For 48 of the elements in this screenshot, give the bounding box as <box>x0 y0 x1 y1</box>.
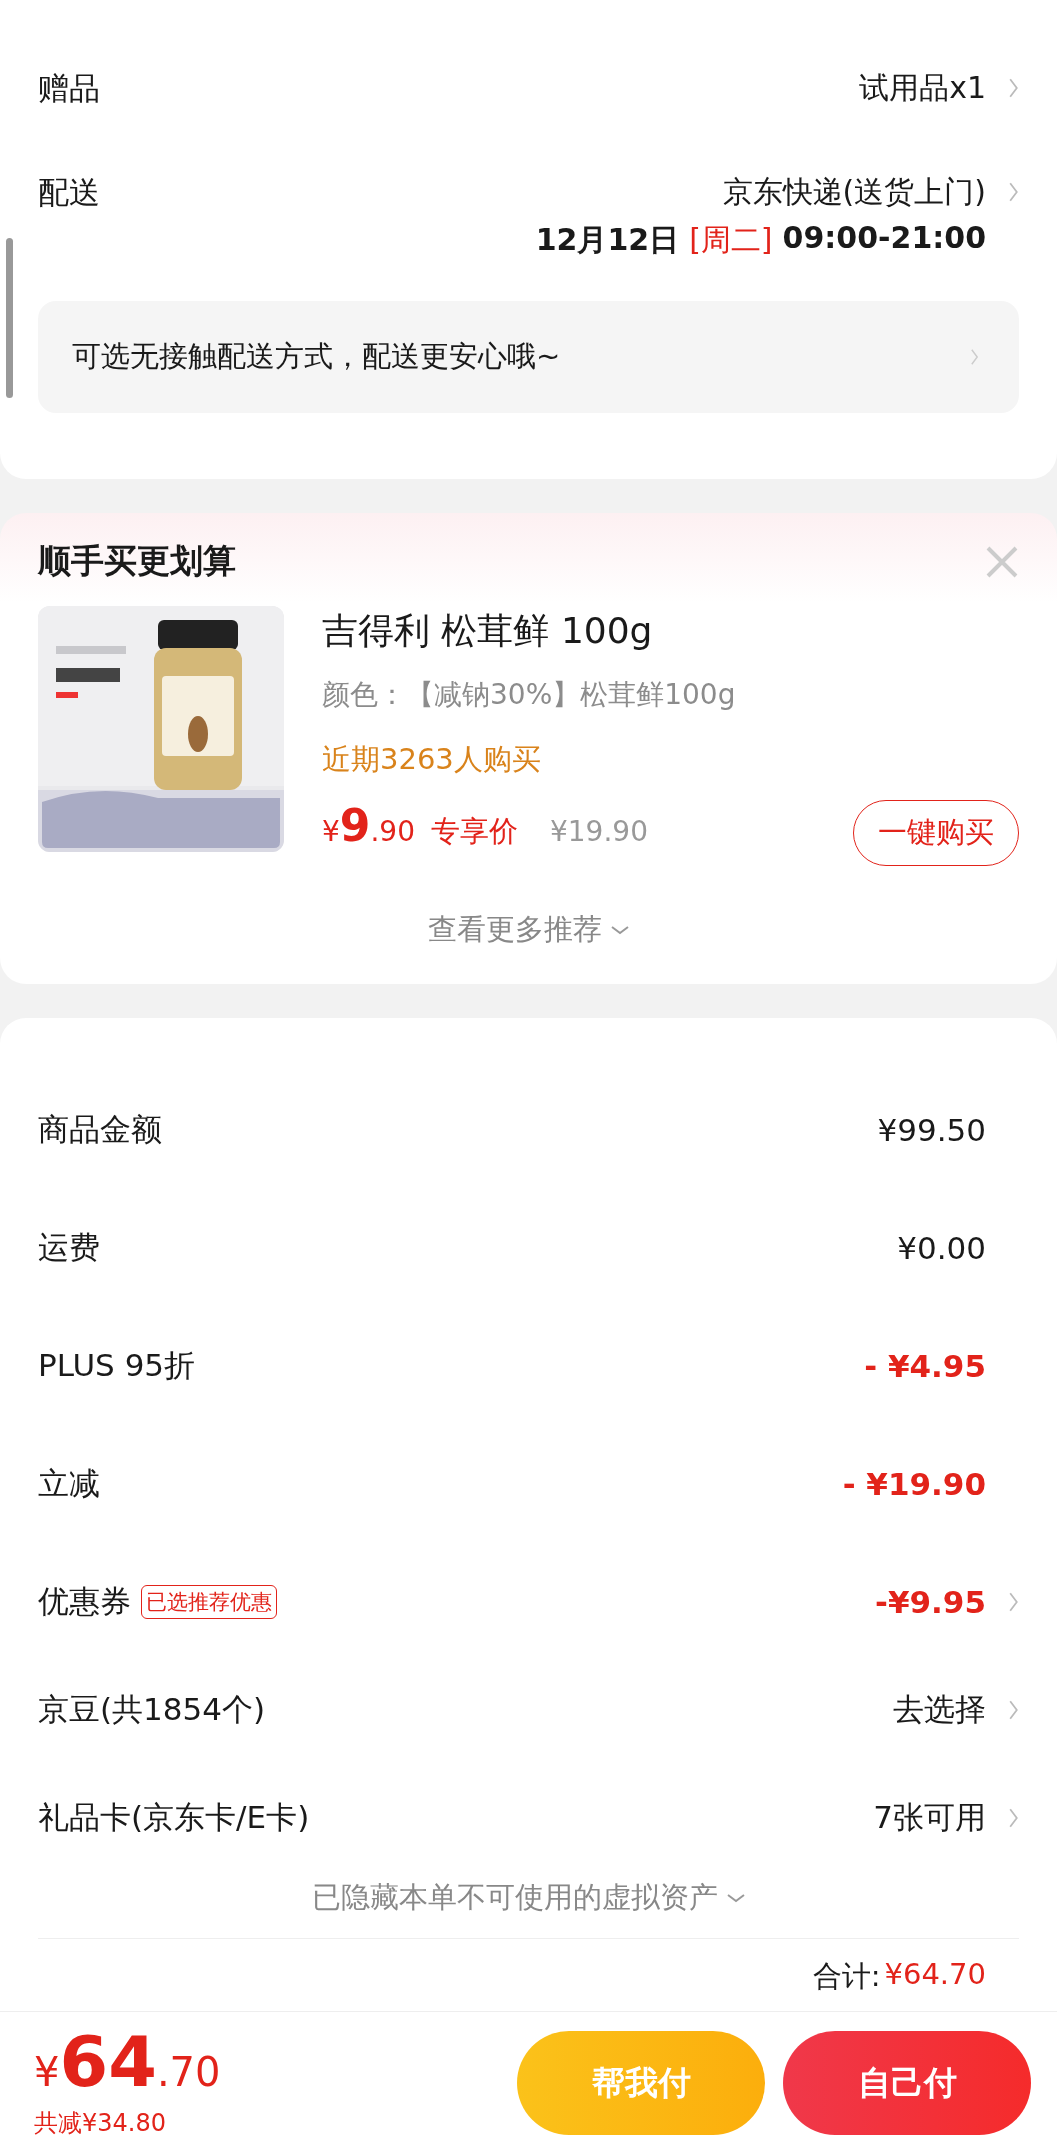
hidden-assets-link[interactable]: 已隐藏本单不可使用的虚拟资产 <box>311 1878 746 1938</box>
row-label: 优惠券 <box>38 1582 131 1621</box>
buy-now-button[interactable]: 一键购买 <box>853 800 1019 866</box>
close-icon[interactable] <box>985 544 1019 579</box>
chevron-down-icon <box>725 1893 746 1903</box>
notice-bar[interactable]: 可选无接触配送方式，配送更安心哦~ <box>38 301 1019 413</box>
section-title: 顺手买更划算 <box>38 540 236 582</box>
row-value[interactable]: 7张可用 <box>873 1797 986 1839</box>
coupon-badge: 已选推荐优惠 <box>141 1585 277 1619</box>
delivery-weekday: [周二] <box>689 221 773 259</box>
row-value: - ¥4.95 <box>864 1348 986 1384</box>
chevron-icon <box>1008 181 1019 203</box>
total-price: ¥64.70 <box>34 2027 221 2097</box>
pay-button[interactable]: 自己付 <box>783 2031 1031 2135</box>
chevron-icon <box>970 348 979 366</box>
product-price: ¥9.90 <box>322 800 415 851</box>
delivery-date: 12月12日 <box>535 221 680 259</box>
row-label: 礼品卡(京东卡/E卡) <box>38 1798 310 1837</box>
chevron-icon <box>1008 1807 1019 1829</box>
row-label: 商品金额 <box>38 1110 162 1149</box>
chevron-icon <box>1008 1699 1019 1721</box>
product-name[interactable]: 吉得利 松茸鲜 100g <box>322 608 1019 654</box>
original-price: ¥19.90 <box>550 815 648 848</box>
total-label: 合计: <box>812 1958 881 1995</box>
delivery-time: 09:00-21:00 <box>782 220 986 257</box>
row-label: 京豆(共1854个) <box>38 1690 266 1729</box>
row-value[interactable]: 试用品x1 <box>859 68 986 108</box>
sales-count: 近期3263人购买 <box>322 741 542 778</box>
product-variant: 颜色：【减钠30%】松茸鲜100g <box>322 677 737 713</box>
row-value[interactable]: -¥9.95 <box>875 1584 986 1620</box>
row-label: 运费 <box>38 1228 100 1267</box>
row-value[interactable]: 去选择 <box>893 1689 986 1731</box>
row-label: 立减 <box>38 1464 100 1503</box>
total-value: ¥64.70 <box>884 1957 986 1993</box>
saved-amount: 共减¥34.80 <box>34 2108 167 2139</box>
row-value: ¥0.00 <box>897 1230 986 1266</box>
chevron-icon <box>1008 1591 1019 1613</box>
row-value: ¥99.50 <box>877 1112 986 1148</box>
row-value: - ¥19.90 <box>842 1466 986 1502</box>
notice-text: 可选无接触配送方式，配送更安心哦~ <box>72 338 561 375</box>
more-link[interactable]: 查看更多推荐 <box>427 910 630 950</box>
chevron-icon <box>1008 77 1019 99</box>
chevron-down-icon <box>609 925 630 935</box>
price-tag: 专享价 <box>431 812 518 852</box>
row-label: PLUS 95折 <box>38 1346 196 1385</box>
row-label: 配送 <box>38 173 100 212</box>
row-value[interactable]: 京东快递(送货上门) <box>722 172 986 212</box>
row-label: 赠品 <box>38 69 100 108</box>
